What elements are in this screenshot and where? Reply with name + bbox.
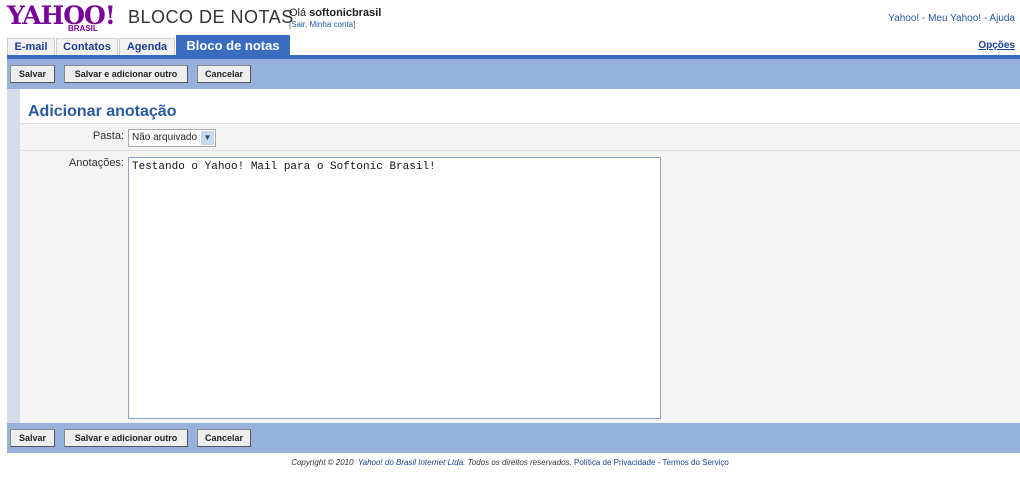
account-link[interactable]: Minha conta <box>309 20 353 29</box>
chevron-down-icon: ▼ <box>201 131 214 145</box>
my-yahoo-link[interactable]: Meu Yahoo! <box>928 13 981 24</box>
logo-subtitle: BRASIL <box>68 24 98 33</box>
save-button[interactable]: Salvar <box>10 65 55 83</box>
save-add-button-bottom[interactable]: Salvar e adicionar outro <box>64 429 188 447</box>
rights-text: Todos os direitos reservados. <box>467 458 572 467</box>
top-links: Yahoo! - Meu Yahoo! - Ajuda <box>888 13 1015 24</box>
yahoo-link[interactable]: Yahoo! <box>888 13 919 24</box>
company-link[interactable]: Yahoo! do Brasil Internet Ltda. <box>358 458 465 467</box>
top-toolbar: Salvar Salvar e adicionar outro Cancelar <box>7 59 1020 89</box>
bottom-toolbar: Salvar Salvar e adicionar outro Cancelar <box>7 423 1020 453</box>
notes-textarea[interactable]: Testando o Yahoo! Mail para o Softonic B… <box>128 157 661 419</box>
footer: Copyright © 2010 Yahoo! do Brasil Intern… <box>291 458 729 467</box>
account-links: [Sair, Minha conta] <box>289 20 356 29</box>
cancel-button[interactable]: Cancelar <box>197 65 251 83</box>
folder-value: Não arquivado <box>132 132 198 143</box>
signout-link[interactable]: Sair <box>291 20 305 29</box>
app-title: BLOCO DE NOTAS <box>128 7 294 27</box>
notes-label: Anotações: <box>68 157 124 169</box>
yahoo-logo[interactable]: YAHOO! <box>7 3 116 29</box>
help-link[interactable]: Ajuda <box>989 13 1015 24</box>
terms-link[interactable]: Termos do Serviço <box>663 458 729 467</box>
greeting: Olá softonicbrasil <box>289 7 381 19</box>
page-title: Adicionar anotação <box>28 103 177 120</box>
folder-select[interactable]: Não arquivado ▼ <box>128 129 216 147</box>
save-button-bottom[interactable]: Salvar <box>10 429 55 447</box>
cancel-button-bottom[interactable]: Cancelar <box>197 429 251 447</box>
privacy-link[interactable]: Política de Privacidade <box>574 458 655 467</box>
options-link[interactable]: Opções <box>978 40 1015 51</box>
greeting-text: Olá <box>289 7 307 19</box>
username: softonicbrasil <box>309 7 382 19</box>
tab-email[interactable]: E-mail <box>7 38 55 56</box>
folder-label: Pasta: <box>92 130 124 142</box>
left-bar <box>7 89 20 423</box>
save-add-button[interactable]: Salvar e adicionar outro <box>64 65 188 83</box>
tab-contacts[interactable]: Contatos <box>56 38 118 56</box>
tab-calendar[interactable]: Agenda <box>119 38 175 56</box>
copyright: Copyright © 2010 <box>291 458 354 467</box>
tab-notepad[interactable]: Bloco de notas <box>176 35 290 56</box>
